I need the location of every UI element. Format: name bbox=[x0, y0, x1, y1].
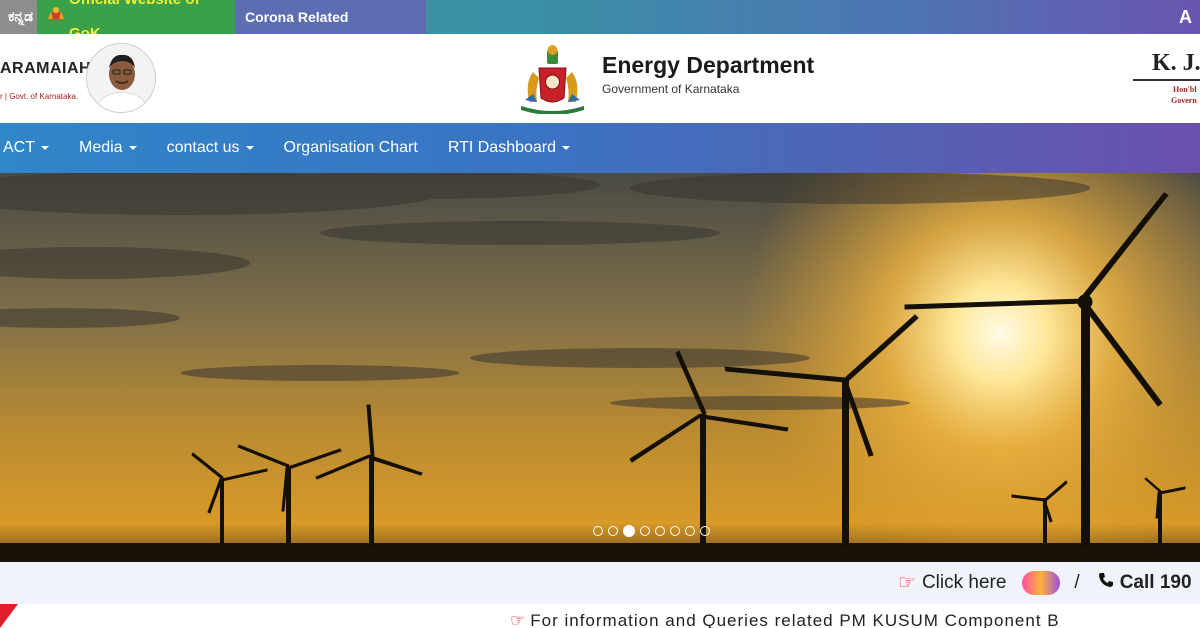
nav-item-contact-us[interactable]: contact us bbox=[152, 123, 269, 173]
ticker-text: For information and Queries related PM K… bbox=[530, 611, 1060, 628]
carousel-dot[interactable] bbox=[700, 526, 710, 536]
nav-item-organisation-chart[interactable]: Organisation Chart bbox=[269, 123, 433, 173]
carousel-dot[interactable] bbox=[685, 526, 695, 536]
carousel-dot[interactable] bbox=[655, 526, 665, 536]
carousel-dot[interactable] bbox=[623, 525, 635, 537]
chief-minister-avatar bbox=[86, 43, 156, 113]
pointing-hand-icon: ☞ bbox=[510, 611, 527, 628]
caret-down-icon bbox=[245, 145, 254, 150]
click-here-link[interactable]: Click here bbox=[922, 572, 1006, 594]
minister-government: Govern bbox=[1171, 96, 1197, 105]
site-header: ARAMAIAH r | Govt. of Karnataka. Energy … bbox=[0, 34, 1200, 123]
main-navigation: ACT Media contact us Organisation Chart … bbox=[0, 123, 1200, 173]
click-here-group: ☞ Click here / Call 190 bbox=[898, 570, 1192, 595]
corona-info-link[interactable]: Corona Related Information bbox=[235, 0, 426, 59]
news-ticker: ☞ For information and Queries related PM … bbox=[0, 604, 1200, 628]
call-helpline-link[interactable]: Call 190 bbox=[1120, 572, 1192, 594]
nav-item-act[interactable]: ACT bbox=[0, 123, 64, 173]
karnataka-emblem-icon bbox=[47, 0, 65, 34]
top-strip: ಕನ್ನಡ Official Website of GoK Corona Rel… bbox=[0, 0, 1200, 59]
language-toggle-kannada[interactable]: ಕನ್ನಡ bbox=[0, 0, 37, 34]
official-website-link[interactable]: Official Website of GoK bbox=[37, 0, 235, 42]
phone-icon bbox=[1098, 572, 1114, 594]
ticker-item[interactable]: ☞ For information and Queries related PM … bbox=[510, 611, 1060, 628]
minister-name: K. J. bbox=[1152, 50, 1200, 76]
carousel-dot[interactable] bbox=[640, 526, 650, 536]
chief-minister-name: ARAMAIAH bbox=[0, 60, 92, 77]
nav-item-media[interactable]: Media bbox=[64, 123, 152, 173]
chief-minister-subtitle: r | Govt. of Karnataka. bbox=[0, 92, 79, 101]
caret-down-icon bbox=[562, 145, 571, 150]
carousel-dot[interactable] bbox=[670, 526, 680, 536]
hero-carousel[interactable] bbox=[0, 173, 1200, 562]
nav-item-rti-dashboard[interactable]: RTI Dashboard bbox=[433, 123, 585, 173]
ticker-flag-decoration bbox=[0, 604, 18, 628]
app-badge-icon[interactable] bbox=[1022, 570, 1061, 595]
info-bar: ☞ Click here / Call 190 bbox=[0, 562, 1200, 604]
pointing-hand-icon: ☞ bbox=[898, 572, 916, 594]
minister-divider bbox=[1133, 79, 1200, 81]
carousel-dot[interactable] bbox=[608, 526, 618, 536]
department-subtitle: Government of Karnataka bbox=[602, 82, 740, 96]
carousel-indicators bbox=[593, 525, 710, 537]
carousel-dot[interactable] bbox=[593, 526, 603, 536]
karnataka-state-emblem bbox=[515, 42, 590, 115]
minister-title: Hon'bl bbox=[1173, 85, 1197, 94]
font-size-toggle[interactable]: A bbox=[1179, 0, 1192, 34]
caret-down-icon bbox=[128, 145, 137, 150]
caret-down-icon bbox=[41, 145, 49, 150]
department-title: Energy Department bbox=[602, 52, 815, 78]
separator: / bbox=[1074, 571, 1080, 593]
wind-turbines-sunset-image bbox=[0, 173, 1200, 562]
